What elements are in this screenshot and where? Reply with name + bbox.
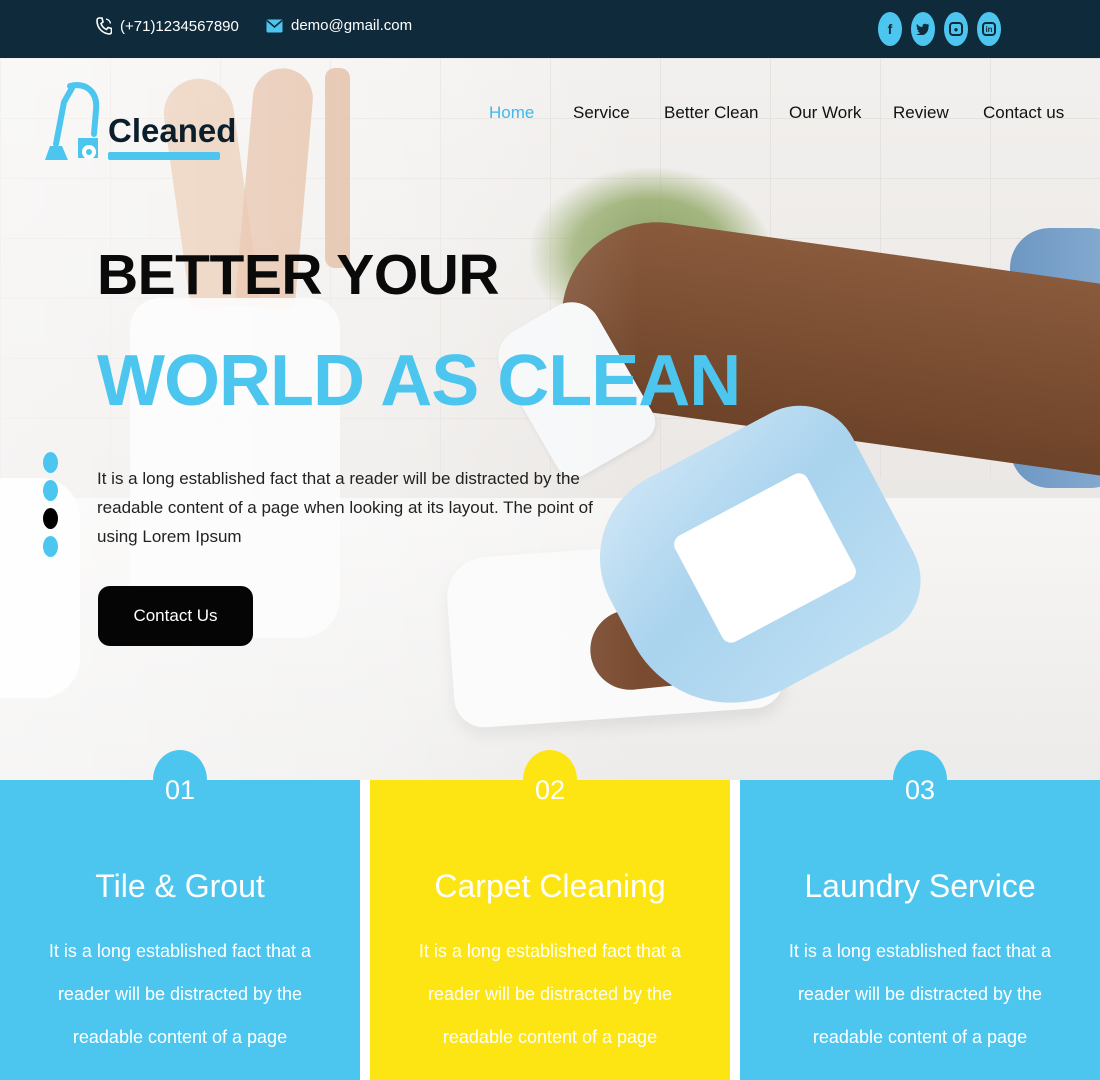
hero-headline-line2: WORLD AS CLEAN bbox=[97, 341, 741, 421]
service-number: 01 bbox=[164, 775, 196, 805]
service-description: It is a long established fact that a rea… bbox=[418, 941, 682, 1047]
email-contact[interactable]: demo@gmail.com bbox=[266, 17, 412, 34]
nav-item-service[interactable]: Service bbox=[573, 103, 664, 123]
vacuum-cleaner-icon[interactable] bbox=[42, 80, 102, 164]
social-links: f ● in bbox=[878, 12, 1001, 46]
slider-dot-4[interactable] bbox=[43, 536, 58, 557]
slider-pagination bbox=[43, 452, 58, 557]
mail-icon bbox=[266, 19, 283, 32]
top-bar: (+71)1234567890 demo@gmail.com f ● in bbox=[0, 0, 1100, 58]
slider-dot-3[interactable] bbox=[43, 508, 58, 529]
service-description: It is a long established fact that a rea… bbox=[788, 941, 1052, 1047]
service-title: Laundry Service bbox=[804, 868, 1036, 904]
slider-dot-2[interactable] bbox=[43, 480, 58, 501]
hero-description: It is a long established fact that a rea… bbox=[97, 469, 593, 546]
nav-item-contact-us[interactable]: Contact us bbox=[983, 103, 1064, 123]
linkedin-icon[interactable]: in bbox=[977, 12, 1001, 46]
phone-number: (+71)1234567890 bbox=[120, 17, 239, 35]
brand-name[interactable]: Cleaned bbox=[108, 112, 236, 150]
service-title: Tile & Grout bbox=[95, 868, 265, 904]
hero-headline-line1: BETTER YOUR bbox=[97, 243, 500, 307]
service-card-tile-grout[interactable]: 01 Tile & Grout It is a long established… bbox=[0, 750, 360, 1080]
nav-item-better-clean[interactable]: Better Clean bbox=[664, 103, 789, 123]
brand-underline bbox=[108, 152, 220, 160]
nav-item-review[interactable]: Review bbox=[893, 103, 983, 123]
service-description: It is a long established fact that a rea… bbox=[48, 941, 312, 1047]
instagram-icon[interactable]: ● bbox=[944, 12, 968, 46]
email-address: demo@gmail.com bbox=[291, 17, 413, 34]
nav-item-home[interactable]: Home bbox=[489, 103, 573, 123]
facebook-icon[interactable]: f bbox=[878, 12, 902, 46]
service-card-carpet-cleaning[interactable]: 02 Carpet Cleaning It is a long establis… bbox=[370, 750, 730, 1080]
service-number: 02 bbox=[534, 775, 566, 805]
phone-contact[interactable]: (+71)1234567890 bbox=[96, 17, 239, 35]
phone-icon bbox=[96, 17, 112, 35]
twitter-icon[interactable] bbox=[911, 12, 935, 46]
contact-us-button[interactable]: Contact Us bbox=[98, 586, 253, 646]
service-title: Carpet Cleaning bbox=[434, 868, 666, 904]
slider-dot-1[interactable] bbox=[43, 452, 58, 473]
nav-item-our-work[interactable]: Our Work bbox=[789, 103, 893, 123]
service-card-laundry-service[interactable]: 03 Laundry Service It is a long establis… bbox=[740, 750, 1100, 1080]
service-number: 03 bbox=[904, 775, 936, 805]
main-nav: Home Service Better Clean Our Work Revie… bbox=[489, 103, 1064, 123]
